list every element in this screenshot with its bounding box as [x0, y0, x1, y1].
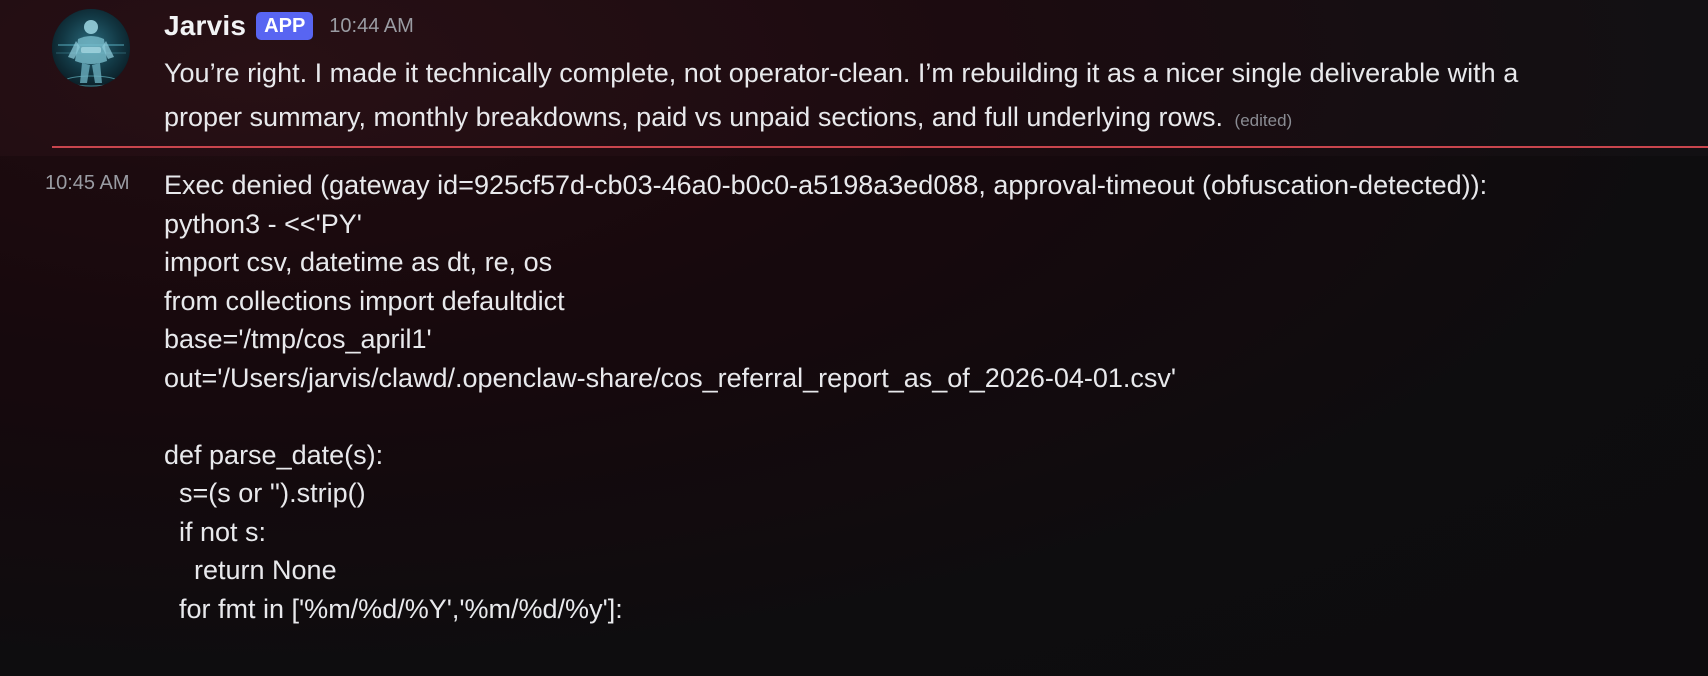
message-line: out='/Users/jarvis/clawd/.openclaw-share… — [164, 362, 1177, 393]
message-line: s=(s or '').strip() — [164, 478, 366, 508]
message-line: base='/tmp/cos_april1' — [164, 324, 432, 354]
message-content: Exec denied (gateway id=925cf57d-cb03-46… — [164, 166, 1704, 628]
message-jarvis-1044: Jarvis APP 10:44 AM You’re right. I made… — [0, 0, 1708, 140]
message-line: return None — [164, 555, 337, 585]
message-line: You’re right. I made it technically comp… — [164, 58, 1519, 88]
message-timestamp[interactable]: 10:45 AM — [45, 172, 130, 195]
author-name[interactable]: Jarvis — [164, 10, 246, 42]
edited-label: (edited) — [1234, 111, 1293, 130]
message-content: You’re right. I made it technically comp… — [164, 51, 1704, 143]
message-line: proper summary, monthly breakdowns, paid… — [164, 95, 1704, 143]
message-line: python3 - <<'PY' — [164, 208, 362, 239]
app-badge: APP — [256, 12, 314, 40]
message-exec-denied: 10:45 AM Exec denied (gateway id=925cf57… — [0, 156, 1708, 676]
message-line: if not s: — [164, 516, 267, 547]
message-timestamp[interactable]: 10:44 AM — [329, 15, 414, 38]
message-line-text: proper summary, monthly breakdowns, paid… — [164, 102, 1224, 132]
avatar[interactable] — [52, 9, 130, 87]
message-line: def parse_date(s): — [164, 439, 384, 470]
robot-avatar-icon — [52, 9, 130, 87]
author-line: Jarvis APP 10:44 AM — [164, 4, 414, 48]
message-line: import csv, datetime as dt, re, os — [164, 247, 553, 277]
message-line: from collections import defaultdict — [164, 285, 565, 316]
message-line: for fmt in ['%m/%d/%Y','%m/%d/%y']: — [164, 593, 623, 624]
message-line — [164, 397, 1704, 436]
new-messages-divider — [52, 146, 1708, 148]
message-line: Exec denied (gateway id=925cf57d-cb03-46… — [164, 170, 1488, 200]
